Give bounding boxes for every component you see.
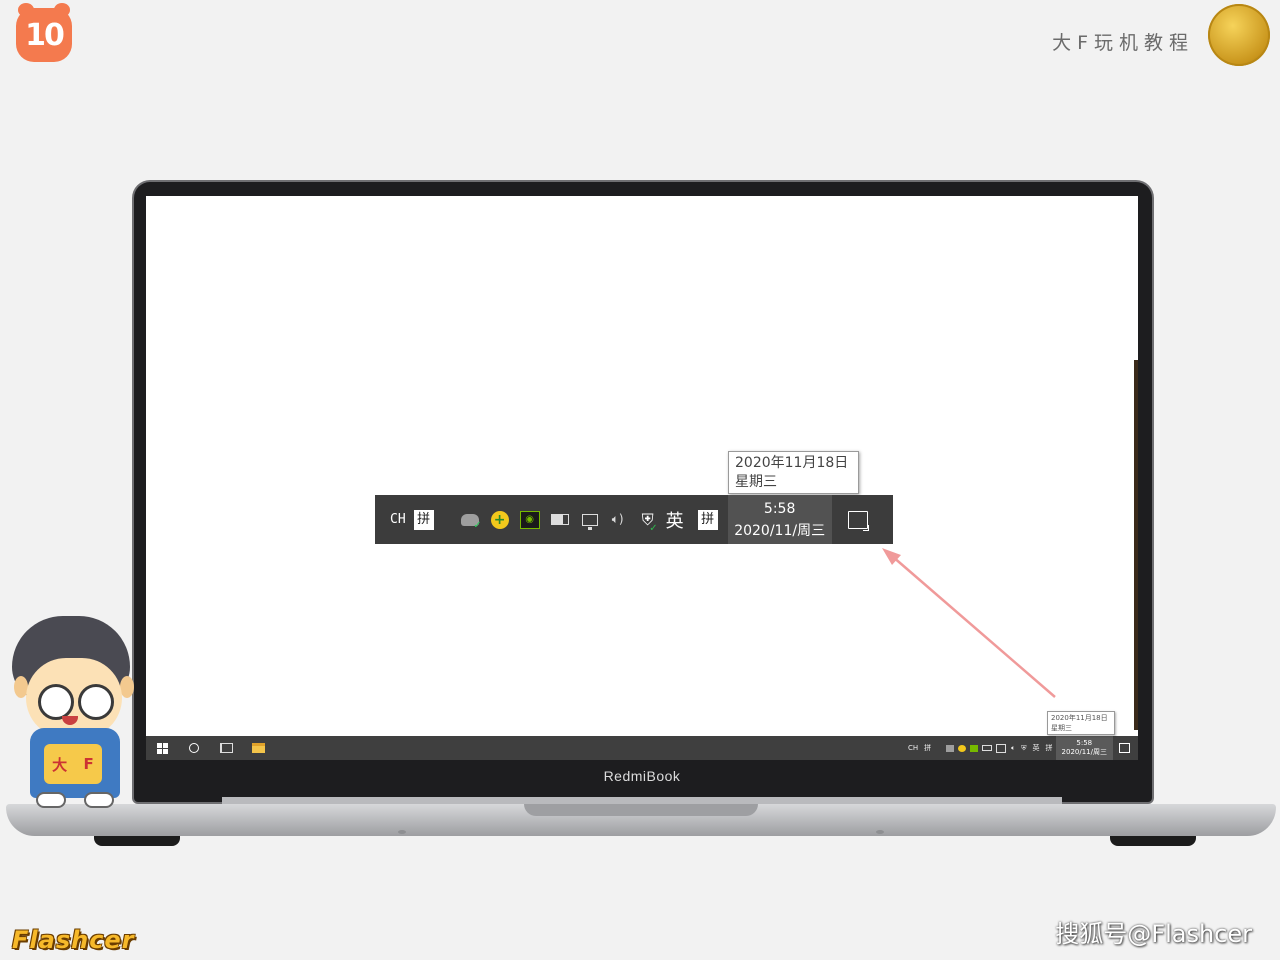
sohu-watermark: 搜狐号@Flashcer — [1055, 920, 1252, 948]
mascot-ear — [120, 676, 134, 698]
mascot-apron: 大 F — [44, 744, 102, 784]
laptop-foot — [1110, 836, 1196, 846]
flashcer-logo: Flashcer — [12, 926, 135, 954]
laptop-opening-notch — [524, 804, 758, 816]
laptop-brand-label: RedmiBook — [603, 768, 681, 784]
laptop-foot — [94, 836, 180, 846]
mascot-glasses — [38, 684, 74, 720]
screw — [876, 830, 884, 834]
apron-char-2: F — [83, 755, 94, 773]
mascot-shoe — [36, 792, 66, 808]
screw — [398, 830, 406, 834]
mascot-glasses — [78, 684, 114, 720]
apron-char-1: 大 — [52, 755, 68, 774]
mascot-shoe — [84, 792, 114, 808]
